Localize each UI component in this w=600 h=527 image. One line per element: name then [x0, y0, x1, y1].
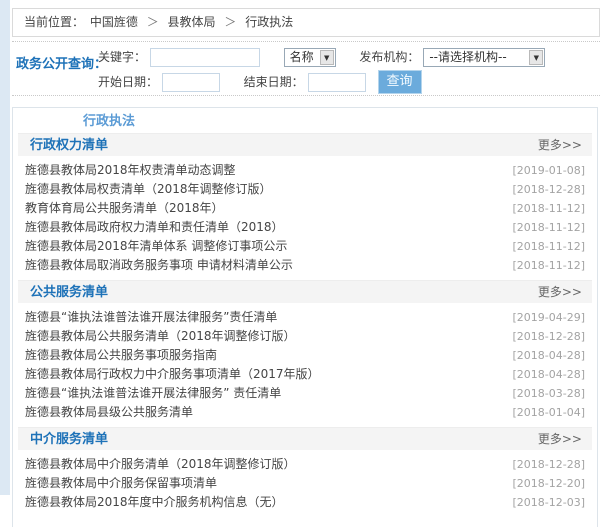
breadcrumb-link-bureau[interactable]: 县教体局 [168, 15, 216, 29]
tab-row: 行政执法 [13, 108, 597, 133]
publisher-select[interactable]: --请选择机构-- ▼ [423, 48, 546, 67]
end-date-label: 结束日期： [243, 74, 304, 89]
doc-link[interactable]: 旌德县教体局2018年清单体系 调整修订事项公示 [25, 237, 287, 256]
list-item: 旌德县“谁执法谁普法谁开展法律服务” 责任清单 [2018-03-28] [25, 384, 585, 403]
list-item: 旌德县教体局权责清单（2018年调整修订版） [2018-12-28] [25, 180, 585, 199]
doc-link[interactable]: 旌德县教体局公共服务清单（2018年调整修订版） [25, 327, 296, 346]
doc-date: [2018-11-12] [512, 221, 585, 234]
breadcrumb-link-current[interactable]: 行政执法 [245, 15, 293, 29]
search-button[interactable]: 查询 [377, 70, 422, 94]
breadcrumb-label: 当前位置： [24, 15, 85, 29]
section-header: 公共服务清单 更多>> [18, 280, 592, 303]
doc-date: [2018-11-12] [512, 259, 585, 272]
publisher-selected-value: --请选择机构-- [429, 50, 507, 64]
doc-date: [2018-12-28] [512, 458, 585, 471]
search-row-1: 关键字： 名称 ▼ 发布机构： --请选择机构-- ▼ [98, 47, 600, 68]
left-background-strip [0, 0, 10, 495]
list-item: 旌德县教体局2018年清单体系 调整修订事项公示 [2018-11-12] [25, 237, 585, 256]
doc-date: [2018-12-28] [512, 330, 585, 343]
list-item: 旌德县教体局县级公共服务清单 [2018-01-04] [25, 403, 585, 422]
section-title: 公共服务清单 [30, 285, 109, 300]
list-item: 旌德县教体局2018年权责清单动态调整 [2019-01-08] [25, 161, 585, 180]
doc-date: [2019-04-29] [512, 311, 585, 324]
doc-date: [2018-11-12] [512, 240, 585, 253]
content-box: 行政执法 行政权力清单 更多>> 旌德县教体局2018年权责清单动态调整 [20… [12, 107, 598, 527]
list-item: 旌德县教体局2018年度中介服务机构信息（无） [2018-12-03] [25, 493, 585, 512]
search-panel-title: 政务公开查询： [16, 57, 108, 72]
doc-date: [2019-01-08] [512, 164, 585, 177]
doc-list: 旌德县教体局2018年权责清单动态调整 [2019-01-08] 旌德县教体局权… [13, 156, 597, 280]
doc-link[interactable]: 旌德县“谁执法谁普法谁开展法律服务”责任清单 [25, 308, 277, 327]
list-item: 旌德县教体局取消政务服务事项 申请材料清单公示 [2018-11-12] [25, 256, 585, 275]
doc-link[interactable]: 旌德县教体局行政权力中介服务事项清单（2017年版） [25, 365, 320, 384]
doc-link[interactable]: 旌德县教体局取消政务服务事项 申请材料清单公示 [25, 256, 293, 275]
section-header: 中介服务清单 更多>> [18, 427, 592, 450]
section-public-service-list: 公共服务清单 更多>> 旌德县“谁执法谁普法谁开展法律服务”责任清单 [2019… [13, 280, 597, 427]
doc-link[interactable]: 旌德县教体局中介服务保留事项清单 [25, 474, 217, 493]
doc-link[interactable]: 教育体育局公共服务清单（2018年） [25, 199, 224, 218]
doc-date: [2018-11-12] [512, 202, 585, 215]
section-intermediary-service-list: 中介服务清单 更多>> 旌德县教体局中介服务清单（2018年调整修订版） [20… [13, 427, 597, 517]
doc-link[interactable]: 旌德县“谁执法谁普法谁开展法律服务” 责任清单 [25, 384, 281, 403]
tab-administrative-enforcement[interactable]: 行政执法 [83, 114, 135, 129]
list-item: 旌德县教体局中介服务保留事项清单 [2018-12-20] [25, 474, 585, 493]
dropdown-arrow-icon: ▼ [319, 50, 334, 65]
search-type-selected-value: 名称 [289, 50, 314, 64]
more-link[interactable]: 更多>> [538, 134, 582, 156]
section-header: 行政权力清单 更多>> [18, 133, 592, 156]
breadcrumb-separator: ＞ [224, 15, 237, 29]
publisher-label: 发布机构： [359, 50, 420, 64]
dropdown-arrow-icon: ▼ [529, 50, 544, 65]
doc-link[interactable]: 旌德县教体局公共服务事项服务指南 [25, 346, 217, 365]
doc-date: [2018-01-04] [512, 406, 585, 419]
doc-link[interactable]: 旌德县教体局中介服务清单（2018年调整修订版） [25, 455, 296, 474]
doc-list: 旌德县“谁执法谁普法谁开展法律服务”责任清单 [2019-04-29] 旌德县教… [13, 303, 597, 427]
list-item: 教育体育局公共服务清单（2018年） [2018-11-12] [25, 199, 585, 218]
public-info-search-panel: 政务公开查询： 关键字： 名称 ▼ 发布机构： --请选择机构-- ▼ 开始日期… [12, 41, 600, 96]
doc-date: [2018-03-28] [512, 387, 585, 400]
doc-link[interactable]: 旌德县教体局政府权力清单和责任清单（2018） [25, 218, 284, 237]
more-link[interactable]: 更多>> [538, 281, 582, 303]
start-date-label: 开始日期： [98, 74, 159, 89]
list-item: 旌德县教体局公共服务事项服务指南 [2018-04-28] [25, 346, 585, 365]
list-item: 旌德县教体局行政权力中介服务事项清单（2017年版） [2018-04-28] [25, 365, 585, 384]
section-admin-power-list: 行政权力清单 更多>> 旌德县教体局2018年权责清单动态调整 [2019-01… [13, 133, 597, 280]
end-date-input[interactable] [307, 72, 366, 92]
list-item: 旌德县教体局中介服务清单（2018年调整修订版） [2018-12-28] [25, 455, 585, 474]
doc-date: [2018-04-28] [512, 368, 585, 381]
doc-date: [2018-04-28] [512, 349, 585, 362]
doc-link[interactable]: 旌德县教体局2018年度中介服务机构信息（无） [25, 493, 284, 512]
keyword-input[interactable] [150, 48, 261, 67]
search-row-2: 开始日期： 结束日期： 查询 [98, 70, 600, 94]
breadcrumb: 当前位置： 中国旌德 ＞ 县教体局 ＞ 行政执法 [12, 8, 600, 37]
list-item: 旌德县教体局公共服务清单（2018年调整修订版） [2018-12-28] [25, 327, 585, 346]
breadcrumb-link-home[interactable]: 中国旌德 [90, 15, 138, 29]
section-title: 中介服务清单 [30, 432, 109, 447]
doc-date: [2018-12-28] [512, 183, 585, 196]
breadcrumb-separator: ＞ [146, 15, 159, 29]
more-link[interactable]: 更多>> [538, 428, 582, 450]
list-item: 旌德县“谁执法谁普法谁开展法律服务”责任清单 [2019-04-29] [25, 308, 585, 327]
search-type-select[interactable]: 名称 ▼ [283, 48, 336, 67]
doc-list: 旌德县教体局中介服务清单（2018年调整修订版） [2018-12-28] 旌德… [13, 450, 597, 517]
page: 当前位置： 中国旌德 ＞ 县教体局 ＞ 行政执法 政务公开查询： 关键字： 名称… [10, 0, 600, 527]
doc-link[interactable]: 旌德县教体局权责清单（2018年调整修订版） [25, 180, 272, 199]
doc-date: [2018-12-03] [512, 496, 585, 509]
doc-link[interactable]: 旌德县教体局2018年权责清单动态调整 [25, 161, 236, 180]
doc-link[interactable]: 旌德县教体局县级公共服务清单 [25, 403, 193, 422]
section-title: 行政权力清单 [30, 138, 109, 153]
list-item: 旌德县教体局政府权力清单和责任清单（2018） [2018-11-12] [25, 218, 585, 237]
start-date-input[interactable] [162, 72, 221, 92]
doc-date: [2018-12-20] [512, 477, 585, 490]
